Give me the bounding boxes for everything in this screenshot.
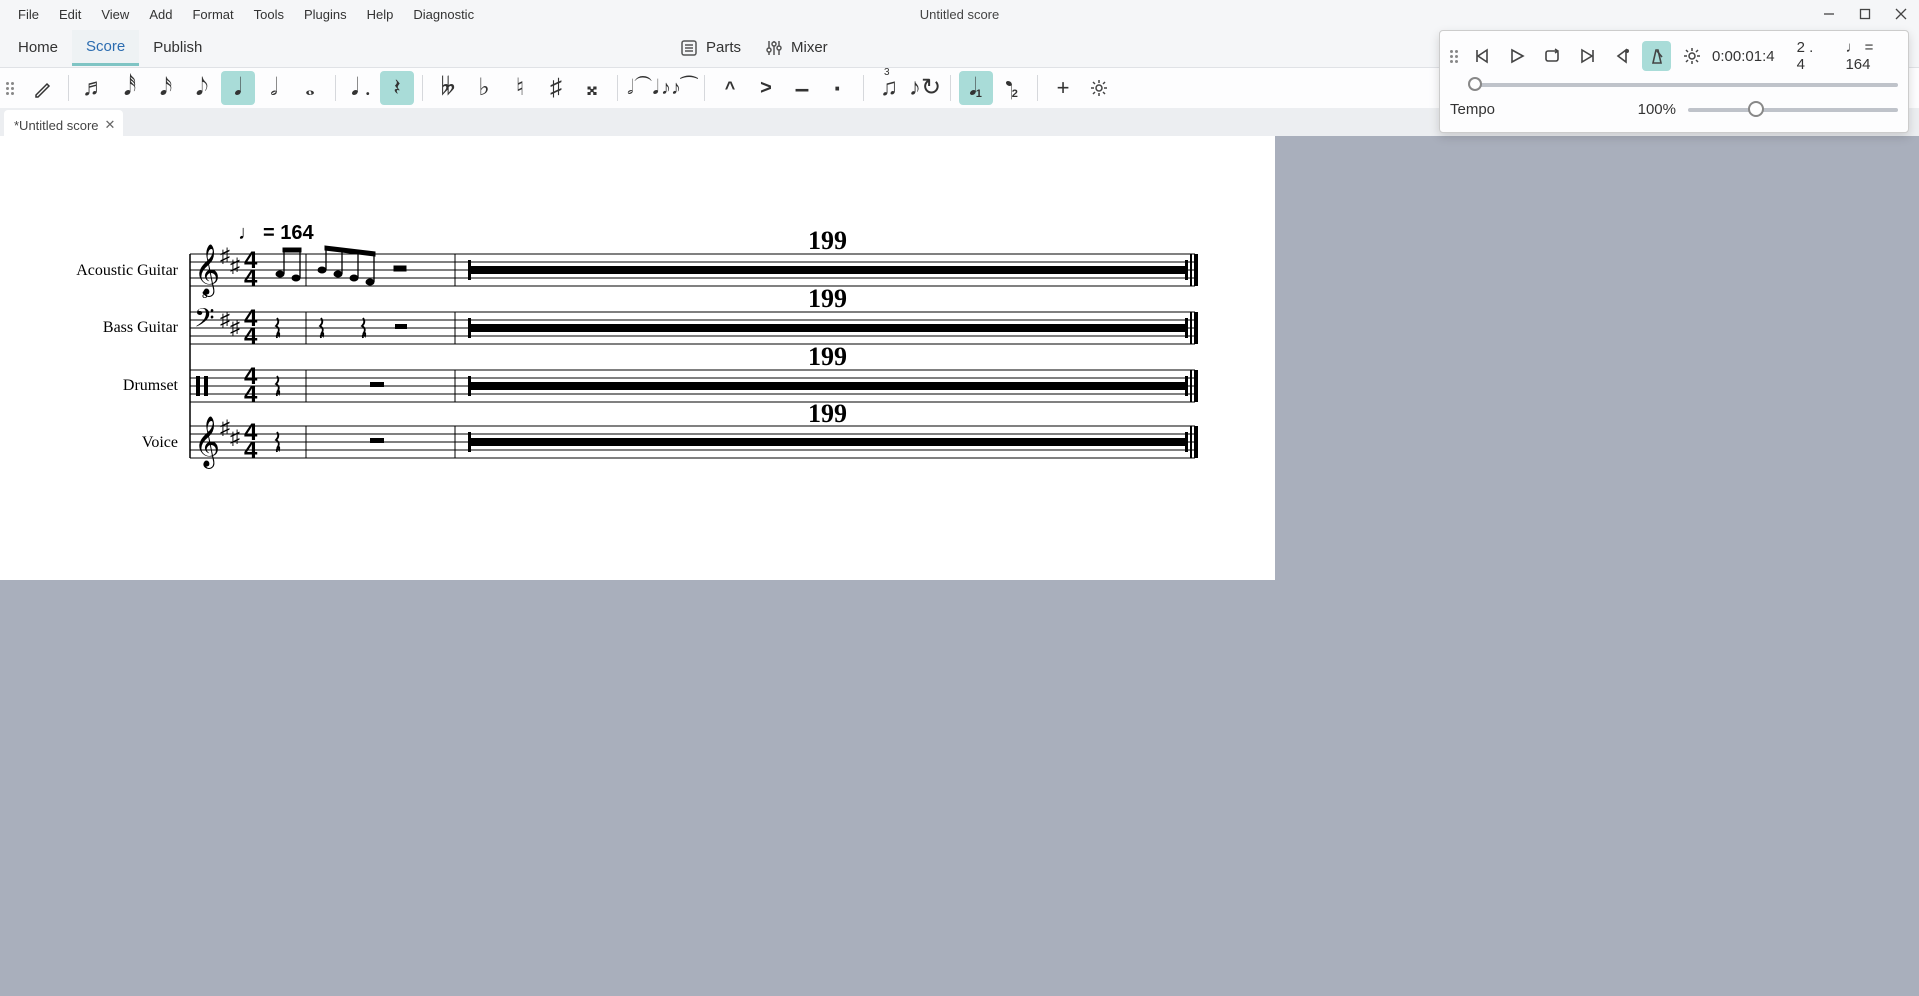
play-button[interactable] (1502, 41, 1531, 71)
marcato-button[interactable]: ^ (713, 71, 747, 105)
menu-edit[interactable]: Edit (49, 3, 91, 26)
separator (422, 75, 423, 101)
dot-button[interactable]: 𝅘𝅥 . (344, 71, 378, 105)
note-64th-button[interactable]: ♬ (77, 71, 111, 105)
edit-tool-button[interactable] (26, 71, 60, 105)
playback-settings-button[interactable] (1677, 41, 1706, 71)
playback-beat: 2 . 4 (1797, 39, 1824, 73)
flat-button[interactable]: ♭ (467, 71, 501, 105)
tempo-label: Tempo (1450, 101, 1610, 118)
sharp-button[interactable]: ♯ (539, 71, 573, 105)
note-16th-button[interactable]: 𝅘𝅥𝅯 (149, 71, 183, 105)
toolbar-drag-handle[interactable] (6, 78, 18, 98)
parts-toggle[interactable]: Parts (680, 39, 741, 57)
playback-time: 0:00:01:4 (1712, 48, 1775, 65)
double-sharp-button[interactable]: 𝄪 (575, 71, 609, 105)
menu-tools[interactable]: Tools (244, 3, 294, 26)
separator (863, 75, 864, 101)
tempo-slider[interactable] (1688, 108, 1898, 112)
window-maximize[interactable] (1847, 0, 1883, 28)
note-quarter-button[interactable]: 𝅘𝅥 (221, 71, 255, 105)
svg-text:♯: ♯ (220, 417, 230, 439)
loop-button[interactable] (1537, 41, 1566, 71)
playback-tempo-display: ♩ = 164 (1845, 39, 1898, 73)
tab-publish[interactable]: Publish (139, 31, 216, 64)
rest-button[interactable]: 𝄽 (380, 71, 414, 105)
menu-format[interactable]: Format (182, 3, 243, 26)
separator (950, 75, 951, 101)
separator (1037, 75, 1038, 101)
tuplet-button[interactable]: ♫3 (872, 71, 906, 105)
toolbar-settings-button[interactable] (1082, 71, 1116, 105)
play-from-button[interactable] (1572, 41, 1601, 71)
menu-plugins[interactable]: Plugins (294, 3, 357, 26)
countoff-button[interactable] (1607, 41, 1636, 71)
svg-text:♯: ♯ (220, 309, 230, 331)
parts-icon (680, 39, 698, 57)
note-whole-button[interactable]: 𝅝 (293, 71, 327, 105)
playback-panel[interactable]: 0:00:01:4 2 . 4 ♩ = 164 Tempo 100% (1439, 30, 1909, 133)
notation-canvas: 4 4 𝄞 8 ♯ ♯ (0, 136, 1275, 576)
score-viewport[interactable]: ♩ = 164 Acoustic Guitar Bass Guitar Drum… (0, 136, 1919, 996)
window-title: Untitled score (920, 7, 999, 22)
svg-text:♯: ♯ (230, 317, 240, 339)
menu-help[interactable]: Help (357, 3, 404, 26)
add-button[interactable]: + (1046, 71, 1080, 105)
menu-file[interactable]: File (8, 3, 49, 26)
svg-text:♯: ♯ (230, 427, 240, 449)
position-slider[interactable] (1470, 83, 1898, 87)
document-tab[interactable]: *Untitled score ✕ (4, 110, 123, 136)
menu-view[interactable]: View (91, 3, 139, 26)
tenuto-button[interactable]: – (785, 71, 819, 105)
rewind-button[interactable] (1468, 41, 1497, 71)
slur-button[interactable]: ♪♪⁀ (662, 71, 696, 105)
separator (704, 75, 705, 101)
mixer-toggle[interactable]: Mixer (765, 39, 828, 57)
window-close[interactable] (1883, 0, 1919, 28)
tab-score[interactable]: Score (72, 30, 139, 66)
menu-diagnostic[interactable]: Diagnostic (403, 3, 484, 26)
menu-add[interactable]: Add (139, 3, 182, 26)
note-32nd-button[interactable]: 𝅘𝅥𝅰 (113, 71, 147, 105)
natural-button[interactable]: ♮ (503, 71, 537, 105)
flip-stem-button[interactable]: ♪↻ (908, 71, 942, 105)
tie-button[interactable]: 𝅗𝅥⁀𝅘𝅥 (626, 71, 660, 105)
mixer-icon (765, 39, 783, 57)
tab-home[interactable]: Home (4, 31, 72, 64)
separator (68, 75, 69, 101)
svg-text:8: 8 (202, 290, 208, 301)
note-8th-button[interactable]: 𝅘𝅥𝅮 (185, 71, 219, 105)
parts-label: Parts (706, 39, 741, 56)
accent-button[interactable]: > (749, 71, 783, 105)
metronome-button[interactable] (1642, 41, 1671, 71)
separator (335, 75, 336, 101)
svg-text:♯: ♯ (230, 255, 240, 277)
staccato-button[interactable]: · (821, 71, 855, 105)
voice-1-button[interactable]: 𝅘𝅥1 (959, 71, 993, 105)
score-page: ♩ = 164 Acoustic Guitar Bass Guitar Drum… (0, 136, 1275, 580)
voice-2-button[interactable]: 𝅘𝅥2 (995, 71, 1029, 105)
double-flat-button[interactable]: 𝄫 (431, 71, 465, 105)
menu-bar: File Edit View Add Format Tools Plugins … (0, 0, 1919, 28)
panel-drag-handle[interactable] (1450, 50, 1462, 63)
window-minimize[interactable] (1811, 0, 1847, 28)
separator (617, 75, 618, 101)
tempo-percent: 100% (1638, 101, 1676, 118)
mixer-label: Mixer (791, 39, 828, 56)
doc-tab-label: *Untitled score (14, 118, 99, 133)
svg-text:𝄢: 𝄢 (194, 303, 215, 339)
svg-text:𝄞: 𝄞 (194, 417, 220, 469)
svg-text:♯: ♯ (220, 245, 230, 267)
close-icon[interactable]: ✕ (105, 117, 116, 133)
note-half-button[interactable]: 𝅗𝅥 (257, 71, 291, 105)
